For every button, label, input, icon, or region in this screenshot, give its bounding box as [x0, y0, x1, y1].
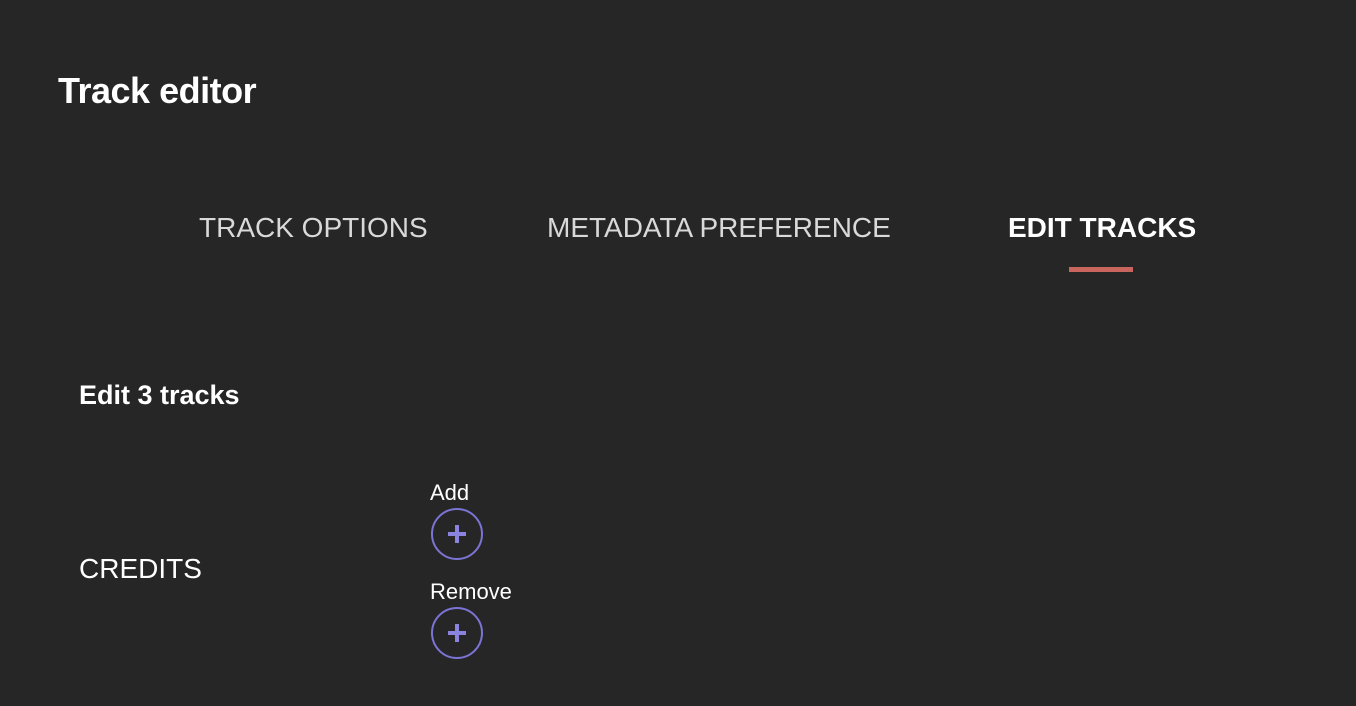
page-title: Track editor: [58, 70, 257, 111]
add-credit-button[interactable]: [431, 508, 483, 560]
tab-edit-tracks[interactable]: EDIT TRACKS: [1008, 212, 1196, 244]
remove-credit-button[interactable]: [431, 607, 483, 659]
add-label: Add: [430, 480, 470, 505]
plus-icon: [448, 525, 466, 543]
credits-label: CREDITS: [79, 553, 202, 584]
tab-metadata-preference[interactable]: METADATA PREFERENCE: [547, 212, 891, 244]
tab-track-options[interactable]: TRACK OPTIONS: [199, 212, 428, 244]
remove-label: Remove: [430, 579, 512, 604]
active-tab-indicator: [1069, 267, 1133, 272]
track-editor-page: Track editor TRACK OPTIONS METADATA PREF…: [0, 0, 1356, 706]
plus-icon: [448, 624, 466, 642]
section-heading: Edit 3 tracks: [79, 380, 240, 410]
